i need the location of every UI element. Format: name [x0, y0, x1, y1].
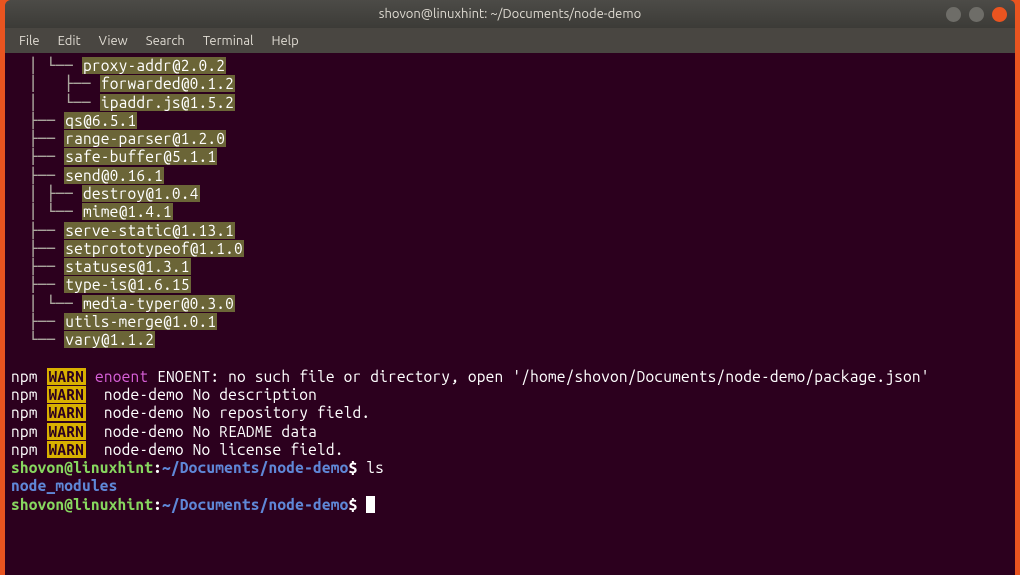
npm-warn-line: npm WARN node-demo No repository field.: [11, 404, 1009, 422]
package-name: vary@1.1.2: [64, 331, 155, 348]
tree-connector: │ └──: [11, 295, 82, 312]
npm-warn-line: npm WARN node-demo No README data: [11, 423, 1009, 441]
prompt-symbol: $: [348, 496, 366, 513]
package-name: mime@1.4.1: [82, 203, 173, 220]
package-name: statuses@1.3.1: [64, 258, 190, 275]
tree-connector: ├──: [11, 222, 64, 239]
tree-line: ├── statuses@1.3.1: [11, 258, 1009, 276]
tree-line: ├── setprototypeof@1.1.0: [11, 240, 1009, 258]
prompt-user: shovon@linuxhint: [11, 496, 153, 513]
tree-connector: │ ├──: [11, 75, 100, 92]
tree-connector: ├──: [11, 313, 64, 330]
warn-badge: WARN: [47, 423, 87, 440]
tree-connector: │ ├──: [11, 185, 82, 202]
npm-warn-line: npm WARN enoent ENOENT: no such file or …: [11, 368, 1009, 386]
warn-message: node-demo No description: [95, 386, 317, 403]
terminal-window: shovon@linuxhint: ~/Documents/node-demo …: [5, 0, 1015, 575]
tree-line: │ └── ipaddr.js@1.5.2: [11, 94, 1009, 112]
menu-view[interactable]: View: [91, 32, 136, 50]
package-name: send@0.16.1: [64, 167, 164, 184]
tree-line: ├── safe-buffer@5.1.1: [11, 148, 1009, 166]
tree-line: │ └── mime@1.4.1: [11, 203, 1009, 221]
warn-badge: WARN: [47, 386, 87, 403]
tree-connector: ├──: [11, 276, 64, 293]
tree-connector: ├──: [11, 148, 64, 165]
window-controls: [946, 7, 1007, 22]
npm-warn-line: npm WARN node-demo No description: [11, 386, 1009, 404]
tree-line: ├── send@0.16.1: [11, 167, 1009, 185]
menu-file[interactable]: File: [11, 32, 48, 50]
warn-tag: enoent: [95, 368, 148, 385]
tree-line: ├── utils-merge@1.0.1: [11, 313, 1009, 331]
package-name: safe-buffer@5.1.1: [64, 148, 217, 165]
npm-label: npm: [11, 423, 38, 440]
prompt-symbol: $: [348, 459, 366, 476]
minimize-button[interactable]: [946, 7, 961, 22]
npm-label: npm: [11, 368, 38, 385]
menubar: File Edit View Search Terminal Help: [5, 28, 1015, 53]
warn-message: node-demo No repository field.: [95, 404, 370, 421]
prompt-path: ~/Documents/node-demo: [162, 459, 348, 476]
cursor: [366, 496, 375, 513]
tree-line: ├── qs@6.5.1: [11, 112, 1009, 130]
warn-badge: WARN: [47, 441, 87, 458]
warn-message: ENOENT: no such file or directory, open …: [148, 368, 929, 385]
package-name: media-typer@0.3.0: [82, 295, 235, 312]
terminal-content-area[interactable]: │ └── proxy-addr@2.0.2 │ ├── forwarded@0…: [5, 53, 1015, 575]
blank-line: [11, 350, 1009, 368]
tree-line: │ ├── destroy@1.0.4: [11, 185, 1009, 203]
npm-warn-line: npm WARN node-demo No license field.: [11, 441, 1009, 459]
package-name: setprototypeof@1.1.0: [64, 240, 244, 257]
warn-message: node-demo No license field.: [95, 441, 344, 458]
tree-connector: ├──: [11, 130, 64, 147]
directory-name: node_modules: [11, 477, 118, 494]
prompt-path: ~/Documents/node-demo: [162, 496, 348, 513]
warn-message: node-demo No README data: [95, 423, 317, 440]
prompt-user: shovon@linuxhint: [11, 459, 153, 476]
package-name: type-is@1.6.15: [64, 276, 190, 293]
tree-line: │ └── proxy-addr@2.0.2: [11, 57, 1009, 75]
menu-edit[interactable]: Edit: [50, 32, 89, 50]
package-name: destroy@1.0.4: [82, 185, 199, 202]
tree-connector: ├──: [11, 167, 64, 184]
maximize-button[interactable]: [969, 7, 984, 22]
tree-connector: ├──: [11, 112, 64, 129]
package-name: proxy-addr@2.0.2: [82, 57, 226, 74]
prompt-line: shovon@linuxhint:~/Documents/node-demo$: [11, 496, 1009, 514]
prompt-colon: :: [153, 459, 162, 476]
npm-label: npm: [11, 386, 38, 403]
tree-connector: │ └──: [11, 203, 82, 220]
menu-terminal[interactable]: Terminal: [195, 32, 262, 50]
warn-badge: WARN: [47, 368, 87, 385]
menu-help[interactable]: Help: [263, 32, 306, 50]
npm-label: npm: [11, 441, 38, 458]
menu-search[interactable]: Search: [138, 32, 193, 50]
tree-line: │ └── media-typer@0.3.0: [11, 295, 1009, 313]
ls-output-line: node_modules: [11, 477, 1009, 495]
tree-connector: ├──: [11, 258, 64, 275]
package-name: serve-static@1.13.1: [64, 222, 235, 239]
npm-label: npm: [11, 404, 38, 421]
tree-line: ├── range-parser@1.2.0: [11, 130, 1009, 148]
tree-connector: └──: [11, 331, 64, 348]
window-titlebar[interactable]: shovon@linuxhint: ~/Documents/node-demo: [5, 0, 1015, 28]
tree-connector: │ └──: [11, 94, 100, 111]
package-name: range-parser@1.2.0: [64, 130, 226, 147]
tree-connector: │ └──: [11, 57, 82, 74]
tree-line: │ ├── forwarded@0.1.2: [11, 75, 1009, 93]
package-name: ipaddr.js@1.5.2: [100, 94, 235, 111]
tree-line: ├── type-is@1.6.15: [11, 276, 1009, 294]
package-name: utils-merge@1.0.1: [64, 313, 217, 330]
prompt-line: shovon@linuxhint:~/Documents/node-demo$ …: [11, 459, 1009, 477]
command-ls: ls: [366, 459, 384, 476]
window-title: shovon@linuxhint: ~/Documents/node-demo: [379, 7, 641, 21]
tree-connector: ├──: [11, 240, 64, 257]
package-name: forwarded@0.1.2: [100, 75, 235, 92]
package-name: qs@6.5.1: [64, 112, 137, 129]
tree-line: └── vary@1.1.2: [11, 331, 1009, 349]
warn-badge: WARN: [47, 404, 87, 421]
tree-line: ├── serve-static@1.13.1: [11, 222, 1009, 240]
close-button[interactable]: [992, 7, 1007, 22]
prompt-colon: :: [153, 496, 162, 513]
